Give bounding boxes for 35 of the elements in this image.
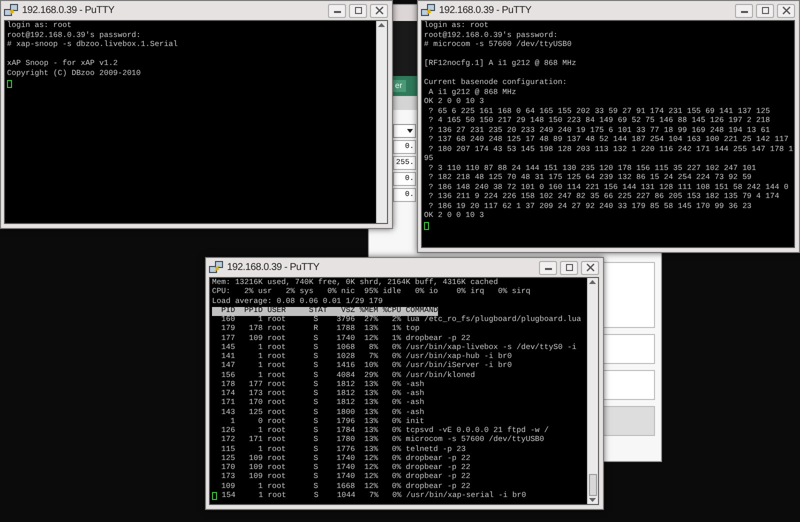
close-icon bbox=[586, 263, 594, 272]
text-field[interactable] bbox=[603, 334, 655, 364]
up-arrow-icon bbox=[377, 21, 386, 29]
text-field[interactable] bbox=[603, 370, 655, 400]
window-title: 192.168.0.39 - PuTTY bbox=[22, 4, 114, 18]
scrollbar[interactable] bbox=[376, 21, 387, 223]
cursor-icon bbox=[7, 80, 12, 88]
close-button[interactable] bbox=[581, 260, 599, 274]
down-arrow-icon bbox=[588, 496, 597, 504]
scrollbar[interactable] bbox=[587, 278, 598, 504]
maximize-icon bbox=[760, 6, 770, 15]
dropdown[interactable] bbox=[393, 124, 416, 138]
minimize-button[interactable] bbox=[735, 4, 753, 18]
close-button[interactable] bbox=[777, 4, 795, 18]
maximize-icon bbox=[354, 6, 362, 15]
window-title: 192.168.0.39 - PuTTY bbox=[439, 4, 532, 18]
maximize-button[interactable] bbox=[349, 4, 367, 18]
cursor-icon bbox=[424, 222, 429, 230]
minimize-button[interactable] bbox=[328, 4, 346, 18]
cursor-icon bbox=[212, 492, 217, 500]
maximize-button[interactable] bbox=[756, 4, 774, 18]
text-area[interactable] bbox=[603, 262, 655, 328]
maximize-button[interactable] bbox=[560, 260, 578, 274]
app-icon bbox=[4, 4, 18, 17]
caret-icon bbox=[407, 129, 413, 133]
scroll-thumb[interactable] bbox=[589, 474, 597, 496]
maximize-icon bbox=[564, 263, 574, 272]
window-title: 192.168.0.39 - PuTTY bbox=[227, 261, 320, 275]
app-icon bbox=[421, 4, 435, 17]
close-icon bbox=[782, 6, 790, 15]
close-button[interactable] bbox=[370, 4, 388, 18]
app-icon bbox=[209, 261, 223, 274]
close-icon bbox=[374, 6, 384, 15]
up-arrow-icon bbox=[588, 278, 597, 286]
minimize-button[interactable] bbox=[539, 260, 557, 274]
